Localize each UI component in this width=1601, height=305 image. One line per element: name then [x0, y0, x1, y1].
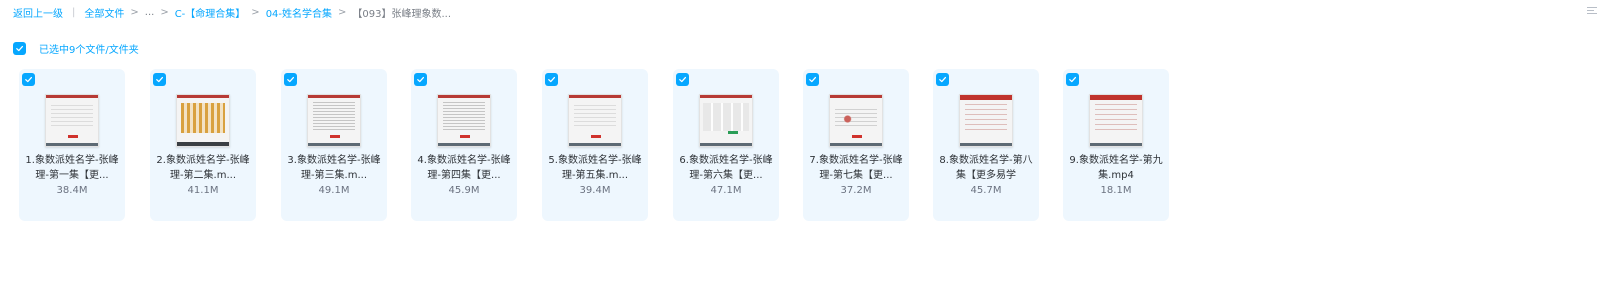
file-checkbox[interactable] — [936, 73, 949, 86]
file-size: 38.4M — [56, 185, 88, 196]
file-card[interactable]: 8.象数派姓名学-第八集【更多易学 45.7M — [933, 69, 1039, 221]
check-icon — [417, 76, 425, 83]
file-card[interactable]: 3.象数派姓名学-张峰理-第三集.m... 49.1M — [281, 69, 387, 221]
file-card[interactable]: 4.象数派姓名学-张峰理-第四集【更... 45.9M — [411, 69, 517, 221]
file-card[interactable]: 9.象数派姓名学-第九集.mp4 18.1M — [1063, 69, 1169, 221]
list-view-icon[interactable] — [1587, 7, 1597, 16]
check-icon — [16, 45, 24, 51]
selection-bar: 已选中9个文件/文件夹 — [13, 41, 139, 56]
file-size: 47.1M — [710, 185, 742, 196]
file-checkbox[interactable] — [545, 73, 558, 86]
check-icon — [679, 76, 687, 83]
file-card[interactable]: 1.象数派姓名学-张峰理-第一集【更... 38.4M — [19, 69, 125, 221]
video-thumbnail — [437, 94, 491, 147]
file-browser: 返回上一级 | 全部文件 > ... > C-【命理合集】 > 04-姓名学合集… — [0, 0, 1601, 305]
select-all-checkbox[interactable] — [13, 41, 26, 55]
check-icon — [548, 76, 556, 83]
file-name: 6.象数派姓名学-张峰理-第六集【更... — [679, 155, 773, 181]
file-name: 7.象数派姓名学-张峰理-第七集【更... — [809, 155, 903, 181]
file-name: 5.象数派姓名学-张峰理-第五集.m... — [548, 155, 642, 181]
file-card[interactable]: 6.象数派姓名学-张峰理-第六集【更... 47.1M — [673, 69, 779, 221]
file-size: 49.1M — [318, 185, 350, 196]
file-size: 41.1M — [187, 185, 219, 196]
file-card[interactable]: 5.象数派姓名学-张峰理-第五集.m... 39.4M — [542, 69, 648, 221]
video-thumbnail — [699, 94, 753, 147]
file-checkbox[interactable] — [1066, 73, 1079, 86]
video-thumbnail — [45, 94, 99, 147]
file-name: 8.象数派姓名学-第八集【更多易学 — [939, 155, 1033, 181]
breadcrumb: 返回上一级 | 全部文件 > ... > C-【命理合集】 > 04-姓名学合集… — [13, 5, 452, 20]
breadcrumb-back-link[interactable]: 返回上一级 — [13, 5, 63, 20]
breadcrumb-ellipsis[interactable]: ... — [145, 7, 155, 18]
breadcrumb-divider: | — [72, 6, 76, 18]
file-card[interactable]: 2.象数派姓名学-张峰理-第二集.m... 41.1M — [150, 69, 256, 221]
file-size: 37.2M — [840, 185, 872, 196]
video-thumbnail — [307, 94, 361, 147]
file-size: 18.1M — [1100, 185, 1132, 196]
check-icon — [156, 76, 164, 83]
file-name: 1.象数派姓名学-张峰理-第一集【更... — [25, 155, 119, 181]
breadcrumb-chevron-icon: > — [338, 6, 347, 18]
file-checkbox[interactable] — [806, 73, 819, 86]
check-icon — [809, 76, 817, 83]
check-icon — [287, 76, 295, 83]
check-icon — [25, 76, 33, 83]
file-size: 45.9M — [448, 185, 480, 196]
file-checkbox[interactable] — [284, 73, 297, 86]
file-checkbox[interactable] — [153, 73, 166, 86]
breadcrumb-chevron-icon: > — [160, 6, 169, 18]
file-checkbox[interactable] — [22, 73, 35, 86]
breadcrumb-chevron-icon: > — [130, 6, 139, 18]
breadcrumb-folder-xingming[interactable]: 04-姓名学合集 — [266, 5, 332, 20]
check-icon — [939, 76, 947, 83]
check-icon — [1069, 76, 1077, 83]
video-thumbnail — [568, 94, 622, 147]
file-checkbox[interactable] — [414, 73, 427, 86]
file-name: 4.象数派姓名学-张峰理-第四集【更... — [417, 155, 511, 181]
video-thumbnail — [959, 94, 1013, 147]
file-checkbox[interactable] — [676, 73, 689, 86]
file-name: 9.象数派姓名学-第九集.mp4 — [1069, 155, 1163, 181]
breadcrumb-folder-mingli[interactable]: C-【命理合集】 — [175, 5, 246, 20]
breadcrumb-chevron-icon: > — [251, 6, 260, 18]
video-thumbnail — [829, 94, 883, 147]
file-size: 45.7M — [970, 185, 1002, 196]
file-name: 3.象数派姓名学-张峰理-第三集.m... — [287, 155, 381, 181]
selection-count-label: 已选中9个文件/文件夹 — [39, 44, 139, 56]
file-card[interactable]: 7.象数派姓名学-张峰理-第七集【更... 37.2M — [803, 69, 909, 221]
breadcrumb-all-files[interactable]: 全部文件 — [84, 5, 124, 20]
file-size: 39.4M — [579, 185, 611, 196]
file-name: 2.象数派姓名学-张峰理-第二集.m... — [156, 155, 250, 181]
video-thumbnail — [176, 94, 230, 147]
video-thumbnail — [1089, 94, 1143, 147]
breadcrumb-current-folder: 【093】张峰理象数... — [352, 8, 452, 20]
